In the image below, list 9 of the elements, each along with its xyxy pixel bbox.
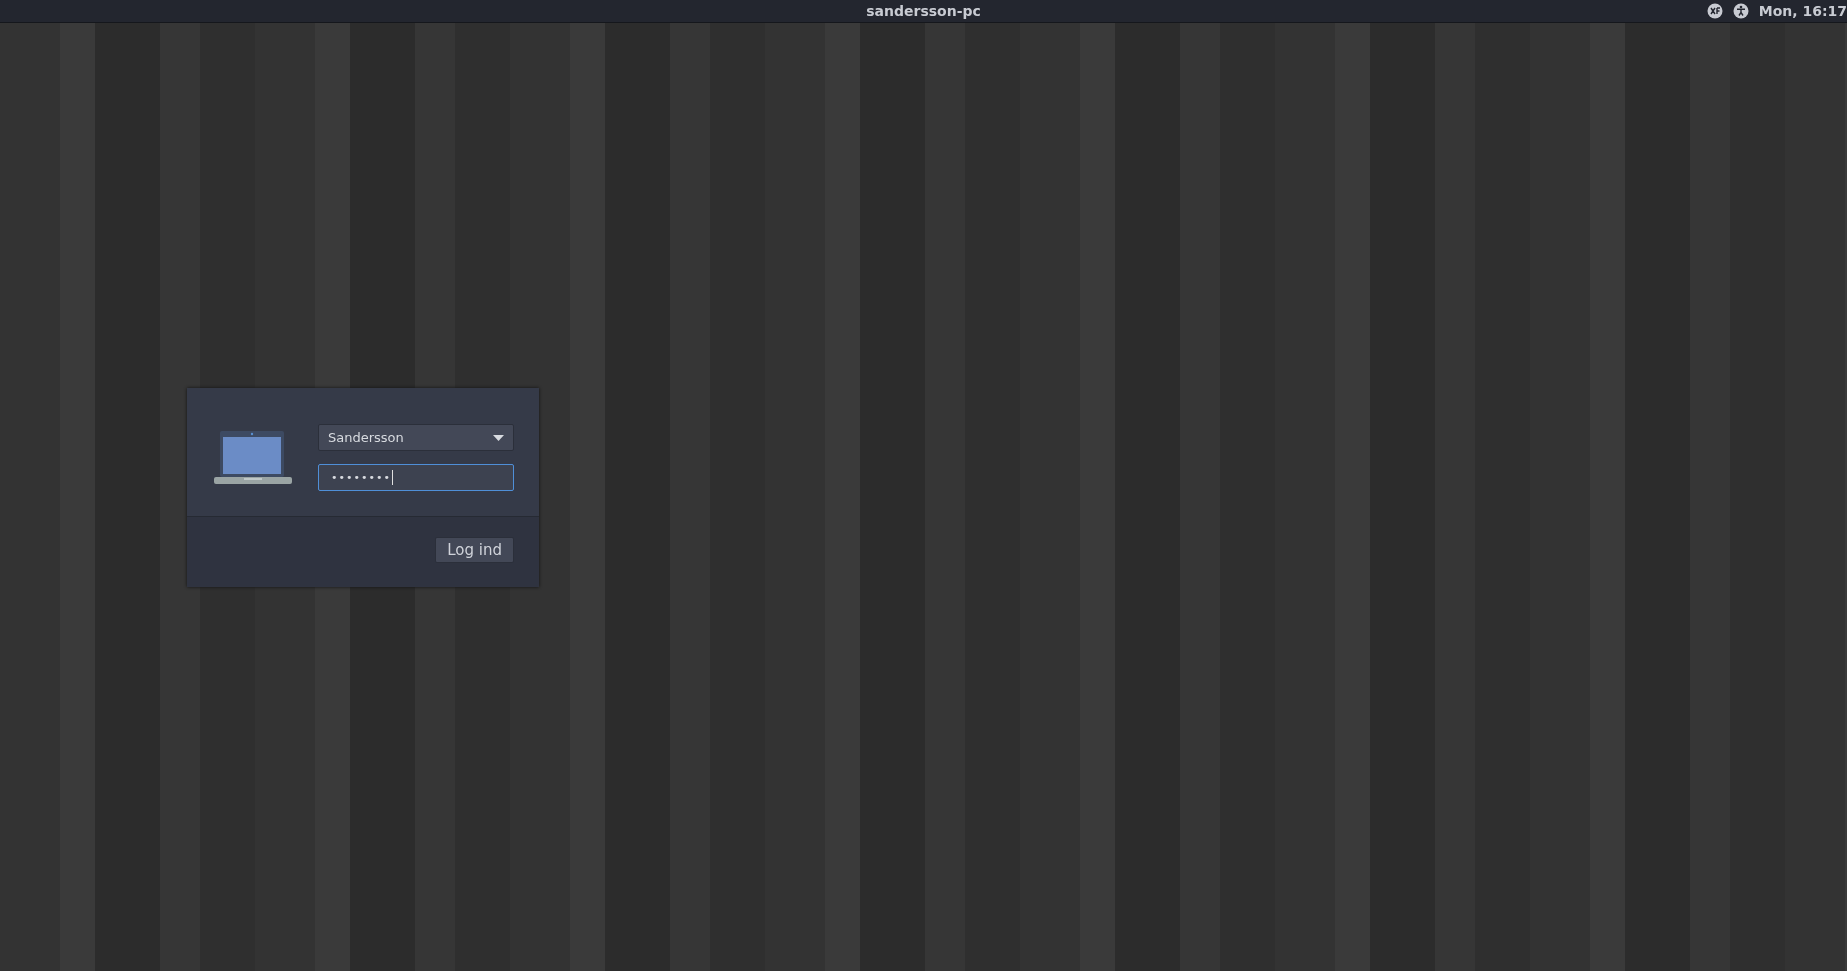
laptop-icon bbox=[214, 430, 292, 485]
keyboard-layout-icon[interactable] bbox=[1706, 3, 1723, 19]
clock: Mon, 16:17 bbox=[1758, 3, 1847, 19]
caret-icon bbox=[493, 434, 504, 441]
login-button[interactable]: Log ind bbox=[435, 537, 514, 563]
password-field[interactable]: •••••••• bbox=[318, 464, 514, 491]
accessibility-icon[interactable] bbox=[1732, 3, 1749, 19]
hostname: sandersson-pc bbox=[866, 3, 981, 19]
user-dropdown[interactable]: Sandersson bbox=[318, 424, 514, 451]
